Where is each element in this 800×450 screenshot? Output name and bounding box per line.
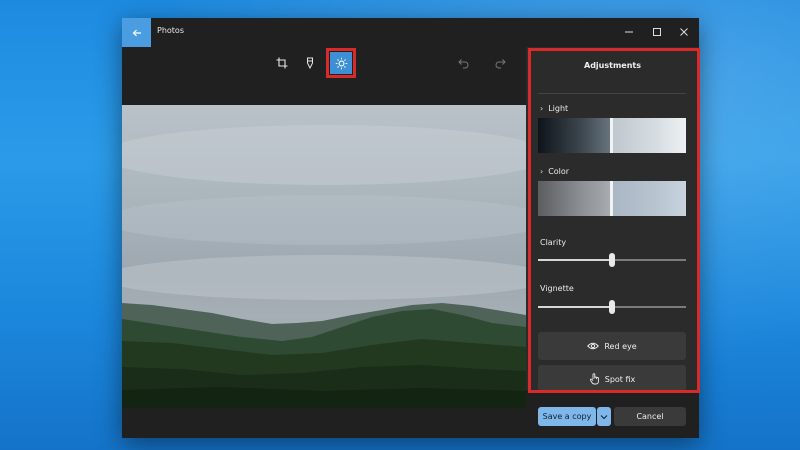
photo-landscape xyxy=(122,303,526,408)
redo-icon xyxy=(495,59,506,69)
canvas-footer xyxy=(122,408,526,438)
cancel-button[interactable]: Cancel xyxy=(614,407,686,426)
undo-icon xyxy=(458,59,469,69)
crop-tool-button[interactable] xyxy=(271,52,293,74)
app-title: Photos xyxy=(157,26,184,35)
panel-footer: Save a copy Cancel xyxy=(526,390,699,438)
edit-toolbar xyxy=(122,47,526,105)
undo-button[interactable] xyxy=(452,52,474,74)
redo-button[interactable] xyxy=(490,52,512,74)
photo-canvas[interactable] xyxy=(122,105,526,408)
minimize-icon xyxy=(625,31,633,33)
close-icon xyxy=(680,28,688,36)
minimize-button[interactable] xyxy=(618,22,640,42)
save-options-dropdown[interactable] xyxy=(597,407,611,426)
highlight-box-adjust-tool xyxy=(326,48,356,78)
title-bar: Photos xyxy=(122,18,699,47)
maximize-icon xyxy=(653,28,661,36)
close-button[interactable] xyxy=(673,22,695,42)
markup-icon xyxy=(307,57,313,69)
save-a-copy-button[interactable]: Save a copy xyxy=(538,407,596,426)
crop-icon xyxy=(276,57,288,69)
back-button[interactable] xyxy=(122,18,151,47)
maximize-button[interactable] xyxy=(646,22,668,42)
chevron-down-icon xyxy=(600,414,608,419)
markup-tool-button[interactable] xyxy=(299,52,321,74)
arrow-left-icon xyxy=(132,29,141,36)
highlight-box-adjustments-panel xyxy=(528,48,700,393)
